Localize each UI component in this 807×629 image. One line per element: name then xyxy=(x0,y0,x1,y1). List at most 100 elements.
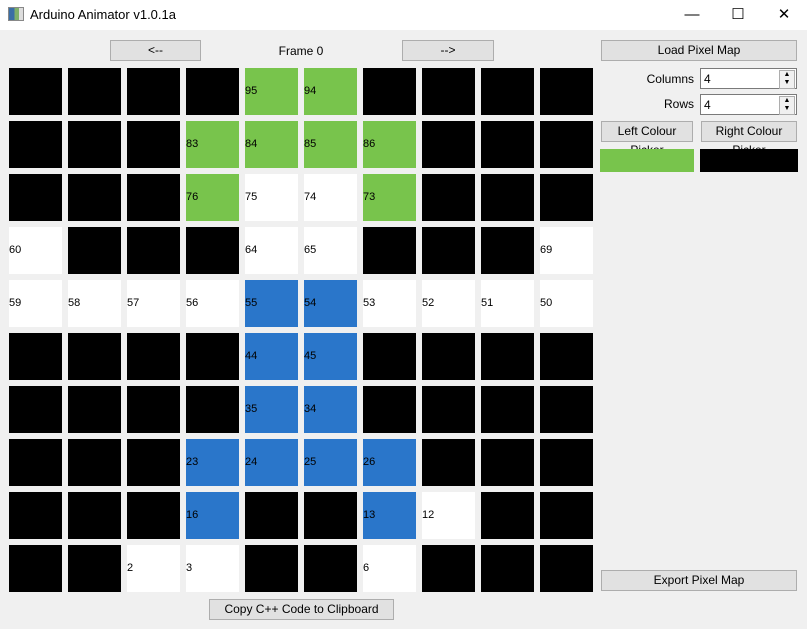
pixel-cell[interactable] xyxy=(68,545,121,592)
pixel-cell[interactable] xyxy=(245,492,298,539)
pixel-cell[interactable]: 12 xyxy=(422,492,475,539)
pixel-cell[interactable] xyxy=(186,386,239,433)
pixel-cell[interactable] xyxy=(422,386,475,433)
pixel-cell[interactable] xyxy=(540,386,593,433)
pixel-cell[interactable] xyxy=(68,227,121,274)
spin-arrows-icon[interactable]: ▲ ▼ xyxy=(779,70,795,89)
pixel-cell[interactable] xyxy=(422,439,475,486)
spin-arrows-icon[interactable]: ▲ ▼ xyxy=(779,96,795,115)
pixel-cell[interactable] xyxy=(363,386,416,433)
pixel-cell[interactable] xyxy=(481,227,534,274)
pixel-cell[interactable]: 53 xyxy=(363,280,416,327)
pixel-cell[interactable]: 94 xyxy=(304,68,357,115)
pixel-cell[interactable]: 13 xyxy=(363,492,416,539)
pixel-cell[interactable]: 83 xyxy=(186,121,239,168)
minimize-button[interactable]: — xyxy=(669,0,715,30)
pixel-cell[interactable] xyxy=(127,121,180,168)
pixel-cell[interactable]: 75 xyxy=(245,174,298,221)
pixel-cell[interactable]: 64 xyxy=(245,227,298,274)
pixel-cell[interactable] xyxy=(422,333,475,380)
pixel-cell[interactable] xyxy=(422,227,475,274)
pixel-cell[interactable] xyxy=(481,68,534,115)
pixel-cell[interactable]: 69 xyxy=(540,227,593,274)
pixel-cell[interactable] xyxy=(481,121,534,168)
pixel-cell[interactable]: 45 xyxy=(304,333,357,380)
pixel-cell[interactable] xyxy=(68,439,121,486)
pixel-cell[interactable] xyxy=(9,68,62,115)
pixel-cell[interactable]: 34 xyxy=(304,386,357,433)
pixel-cell[interactable]: 60 xyxy=(9,227,62,274)
pixel-cell[interactable] xyxy=(127,68,180,115)
pixel-cell[interactable]: 6 xyxy=(363,545,416,592)
pixel-cell[interactable] xyxy=(127,333,180,380)
pixel-cell[interactable] xyxy=(481,386,534,433)
pixel-cell[interactable] xyxy=(540,174,593,221)
pixel-cell[interactable]: 23 xyxy=(186,439,239,486)
pixel-cell[interactable] xyxy=(186,227,239,274)
pixel-cell[interactable] xyxy=(304,492,357,539)
pixel-cell[interactable] xyxy=(68,492,121,539)
pixel-cell[interactable]: 55 xyxy=(245,280,298,327)
pixel-cell[interactable] xyxy=(540,545,593,592)
next-frame-button[interactable]: --> xyxy=(402,40,494,61)
pixel-cell[interactable] xyxy=(68,121,121,168)
pixel-cell[interactable]: 85 xyxy=(304,121,357,168)
pixel-cell[interactable] xyxy=(127,227,180,274)
close-button[interactable]: ✕ xyxy=(761,0,807,30)
pixel-cell[interactable] xyxy=(540,333,593,380)
pixel-cell[interactable]: 86 xyxy=(363,121,416,168)
pixel-cell[interactable] xyxy=(481,492,534,539)
pixel-cell[interactable] xyxy=(540,68,593,115)
pixel-cell[interactable] xyxy=(540,492,593,539)
load-pixel-map-button[interactable]: Load Pixel Map xyxy=(601,40,797,61)
pixel-cell[interactable] xyxy=(9,174,62,221)
pixel-cell[interactable]: 95 xyxy=(245,68,298,115)
pixel-cell[interactable] xyxy=(9,439,62,486)
pixel-cell[interactable] xyxy=(481,333,534,380)
pixel-cell[interactable] xyxy=(127,492,180,539)
pixel-cell[interactable]: 24 xyxy=(245,439,298,486)
pixel-cell[interactable] xyxy=(9,121,62,168)
pixel-cell[interactable] xyxy=(9,386,62,433)
pixel-cell[interactable] xyxy=(481,545,534,592)
export-pixel-map-button[interactable]: Export Pixel Map xyxy=(601,570,797,591)
pixel-cell[interactable] xyxy=(422,121,475,168)
pixel-cell[interactable]: 56 xyxy=(186,280,239,327)
pixel-cell[interactable]: 25 xyxy=(304,439,357,486)
pixel-cell[interactable] xyxy=(68,333,121,380)
pixel-cell[interactable] xyxy=(9,333,62,380)
columns-spinbox[interactable]: 4 ▲ ▼ xyxy=(700,68,797,89)
copy-code-button[interactable]: Copy C++ Code to Clipboard xyxy=(209,599,394,620)
pixel-cell[interactable]: 65 xyxy=(304,227,357,274)
pixel-cell[interactable]: 50 xyxy=(540,280,593,327)
pixel-cell[interactable] xyxy=(363,333,416,380)
pixel-cell[interactable]: 16 xyxy=(186,492,239,539)
pixel-cell[interactable] xyxy=(127,386,180,433)
pixel-cell[interactable]: 3 xyxy=(186,545,239,592)
pixel-cell[interactable] xyxy=(68,174,121,221)
maximize-button[interactable]: ☐ xyxy=(715,0,761,30)
pixel-cell[interactable] xyxy=(9,545,62,592)
pixel-cell[interactable] xyxy=(422,174,475,221)
pixel-cell[interactable] xyxy=(422,68,475,115)
pixel-cell[interactable]: 73 xyxy=(363,174,416,221)
pixel-cell[interactable]: 35 xyxy=(245,386,298,433)
pixel-cell[interactable] xyxy=(363,227,416,274)
pixel-cell[interactable]: 51 xyxy=(481,280,534,327)
rows-spinbox[interactable]: 4 ▲ ▼ xyxy=(700,94,797,115)
pixel-cell[interactable] xyxy=(9,492,62,539)
pixel-cell[interactable]: 2 xyxy=(127,545,180,592)
pixel-cell[interactable]: 54 xyxy=(304,280,357,327)
pixel-cell[interactable]: 44 xyxy=(245,333,298,380)
pixel-cell[interactable] xyxy=(127,439,180,486)
pixel-cell[interactable] xyxy=(68,386,121,433)
pixel-cell[interactable]: 58 xyxy=(68,280,121,327)
pixel-cell[interactable] xyxy=(304,545,357,592)
left-colour-picker-button[interactable]: Left Colour Picker xyxy=(601,121,693,157)
pixel-cell[interactable] xyxy=(481,439,534,486)
pixel-cell[interactable]: 52 xyxy=(422,280,475,327)
pixel-cell[interactable] xyxy=(363,68,416,115)
pixel-cell[interactable]: 76 xyxy=(186,174,239,221)
pixel-cell[interactable]: 74 xyxy=(304,174,357,221)
pixel-cell[interactable] xyxy=(186,333,239,380)
